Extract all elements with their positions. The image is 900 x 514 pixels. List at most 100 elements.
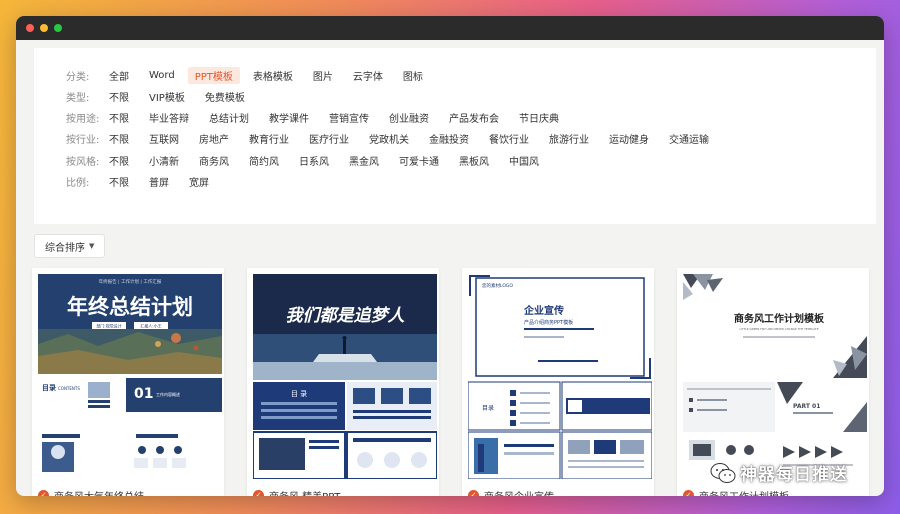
thumb-banner-tags: 年终报告 | 工作计划 | 工作汇报 <box>99 278 162 285</box>
filter-option[interactable]: 毕业答辩 <box>142 109 196 126</box>
template-caption-1[interactable]: ✓ 商务风大气年终总结 <box>38 487 144 496</box>
filter-panel: 分类: 全部 Word PPT模板 表格模板 图片 云字体 图标类型: 不限 VIP模板 免费模板按… <box>34 48 876 224</box>
filter-options: 不限 VIP模板 免费模板 <box>102 88 258 105</box>
filter-option[interactable]: 不限 <box>102 152 136 169</box>
filter-option[interactable]: 免费模板 <box>198 88 252 105</box>
watermark-text: 神器每日推送 <box>740 465 848 485</box>
filter-option[interactable]: 互联网 <box>142 130 186 147</box>
filter-row: 按风格: 不限 小清新 商务风 简约风 日系风 黑金风 可爱卡通 黑板风 中国风 <box>34 152 876 168</box>
template-badge-icon: ✓ <box>468 489 479 496</box>
filter-row: 比例: 不限 普屏 宽屏 <box>34 174 876 190</box>
filter-option[interactable]: 运动健身 <box>602 130 656 147</box>
close-window-button[interactable] <box>26 24 34 32</box>
template-caption-4[interactable]: ✓ 商务风工作计划模板 <box>683 487 789 496</box>
thumb-heading: 年终总结计划 <box>67 294 193 319</box>
filter-option[interactable]: 商务风 <box>192 152 236 169</box>
filter-option[interactable]: 图标 <box>396 67 430 84</box>
filter-option[interactable]: 总结计划 <box>202 109 256 126</box>
sort-dropdown[interactable]: 综合排序 ▼ <box>34 234 106 258</box>
template-thumbnail-3[interactable]: 您的素材LOGO 企业宣传 产品介绍商务PPT模板 目录 <box>468 274 652 479</box>
template-thumbnail-1[interactable]: 年终报告 | 工作计划 | 工作汇报 年终总结计划 部门:视觉设计 汇报人:小王… <box>38 274 222 479</box>
thumb-section-no: 01 <box>134 386 153 402</box>
thumb-sub-left: 部门:视觉设计 <box>96 323 121 329</box>
filter-option[interactable]: 表格模板 <box>246 67 300 84</box>
template-title-2[interactable]: 商务风 精美PPT <box>269 488 340 497</box>
filter-row-label: 按风格: <box>66 156 100 168</box>
filter-option[interactable]: Word <box>142 69 182 82</box>
thumb-logo: 您的素材LOGO <box>482 282 513 289</box>
filter-option[interactable]: 教学课件 <box>262 109 316 126</box>
filter-option[interactable]: 产品发布会 <box>442 109 506 126</box>
thumb-toc-en: CONTENTS <box>58 386 80 391</box>
thumb-section-text: 工作内容概述 <box>156 391 180 397</box>
thumb-toc-label: 目录 <box>482 404 494 412</box>
filter-option[interactable]: 云字体 <box>346 67 390 84</box>
template-title-1[interactable]: 商务风大气年终总结 <box>54 488 144 497</box>
template-thumbnail-2[interactable]: 我们都是追梦人 目 录 <box>253 274 437 479</box>
filter-row: 类型: 不限 VIP模板 免费模板 <box>34 88 876 104</box>
thumb-sub-right: 汇报人:小王 <box>140 323 161 329</box>
filter-option[interactable]: 宽屏 <box>182 173 216 190</box>
filter-options: 不限 互联网 房地产 教育行业 医疗行业 党政机关 金融投资 餐饮行业 旅游行业 运动健身 交通运输 <box>102 130 722 147</box>
filter-option[interactable]: 图片 <box>306 67 340 84</box>
thumb-heading: 商务风工作计划模板 <box>734 312 825 325</box>
filter-option[interactable]: 普屏 <box>142 173 176 190</box>
filter-row-label: 按用途: <box>66 114 100 126</box>
filter-row: 按用途: 不限 毕业答辩 总结计划 教学课件 营销宣传 创业融资 产品发布会 节日庆典 <box>34 110 876 126</box>
filter-option[interactable]: VIP模板 <box>142 88 192 105</box>
filter-option[interactable]: 黑板风 <box>452 152 496 169</box>
sort-label: 综合排序 <box>45 242 85 254</box>
filter-option[interactable]: 交通运输 <box>662 130 716 147</box>
filter-options: 不限 普屏 宽屏 <box>102 173 222 190</box>
filter-option[interactable]: 营销宣传 <box>322 109 376 126</box>
filter-option[interactable]: 餐饮行业 <box>482 130 536 147</box>
filter-row: 分类: 全部 Word PPT模板 表格模板 图片 云字体 图标 <box>34 66 876 84</box>
template-card-1[interactable]: 年终报告 | 工作计划 | 工作汇报 年终总结计划 部门:视觉设计 汇报人:小王… <box>32 268 224 496</box>
filter-row-label: 分类: <box>66 71 90 83</box>
filter-option[interactable]: 日系风 <box>292 152 336 169</box>
filter-option[interactable]: 不限 <box>102 173 136 190</box>
filter-option[interactable]: 不限 <box>102 109 136 126</box>
template-card-2[interactable]: 我们都是追梦人 目 录 ✓ <box>247 268 439 496</box>
template-thumbnail-4[interactable]: 商务风工作计划模板 LITTLE GREEN FISH AND NEVER CH… <box>683 274 867 479</box>
filter-option[interactable]: 可爱卡通 <box>392 152 446 169</box>
filter-option[interactable]: 房地产 <box>192 130 236 147</box>
template-caption-3[interactable]: ✓ 商务风企业宣传 <box>468 487 554 496</box>
minimize-window-button[interactable] <box>40 24 48 32</box>
filter-option[interactable]: 简约风 <box>242 152 286 169</box>
maximize-window-button[interactable] <box>54 24 62 32</box>
filter-option[interactable]: 中国风 <box>502 152 546 169</box>
filter-row: 按行业: 不限 互联网 房地产 教育行业 医疗行业 党政机关 金融投资 餐饮行业 旅游行业 运动健身… <box>34 131 876 147</box>
template-card-3[interactable]: 您的素材LOGO 企业宣传 产品介绍商务PPT模板 目录 ✓ <box>462 268 654 496</box>
filter-option[interactable]: PPT模板 <box>187 66 240 84</box>
filter-option[interactable]: 党政机关 <box>362 130 416 147</box>
filter-option[interactable]: 金融投资 <box>422 130 476 147</box>
filter-options: 全部 Word PPT模板 表格模板 图片 云字体 图标 <box>102 66 436 84</box>
template-title-3[interactable]: 商务风企业宣传 <box>484 488 554 497</box>
filter-option[interactable]: 教育行业 <box>242 130 296 147</box>
filter-option[interactable]: 黑金风 <box>342 152 386 169</box>
filter-option[interactable]: 全部 <box>102 67 136 84</box>
filter-option[interactable]: 小清新 <box>142 152 186 169</box>
filter-option[interactable]: 不限 <box>102 130 136 147</box>
thumb-part: PART 01 <box>793 403 820 410</box>
browser-window: 分类: 全部 Word PPT模板 表格模板 图片 云字体 图标类型: 不限 VIP模板 免费模板按… <box>16 16 884 496</box>
wechat-watermark: 神器每日推送 <box>710 460 848 485</box>
filter-option[interactable]: 旅游行业 <box>542 130 596 147</box>
template-title-4[interactable]: 商务风工作计划模板 <box>699 488 789 497</box>
filter-row-label: 按行业: <box>66 135 100 147</box>
template-badge-icon: ✓ <box>253 489 264 496</box>
thumb-toc-label: 目 录 <box>291 390 307 398</box>
filter-option[interactable]: 创业融资 <box>382 109 436 126</box>
template-caption-2[interactable]: ✓ 商务风 精美PPT <box>253 487 340 496</box>
filter-options: 不限 小清新 商务风 简约风 日系风 黑金风 可爱卡通 黑板风 中国风 <box>102 152 552 169</box>
filter-option[interactable]: 医疗行业 <box>302 130 356 147</box>
chevron-down-icon: ▼ <box>89 242 95 250</box>
thumb-heading: 我们都是追梦人 <box>286 306 406 326</box>
template-badge-icon: ✓ <box>38 489 49 496</box>
thumb-heading: 企业宣传 <box>523 304 564 317</box>
filter-option[interactable]: 不限 <box>102 88 136 105</box>
filter-row-label: 类型: <box>66 92 90 104</box>
thumb-subheading: 产品介绍商务PPT模板 <box>524 319 573 326</box>
filter-option[interactable]: 节日庆典 <box>512 109 566 126</box>
